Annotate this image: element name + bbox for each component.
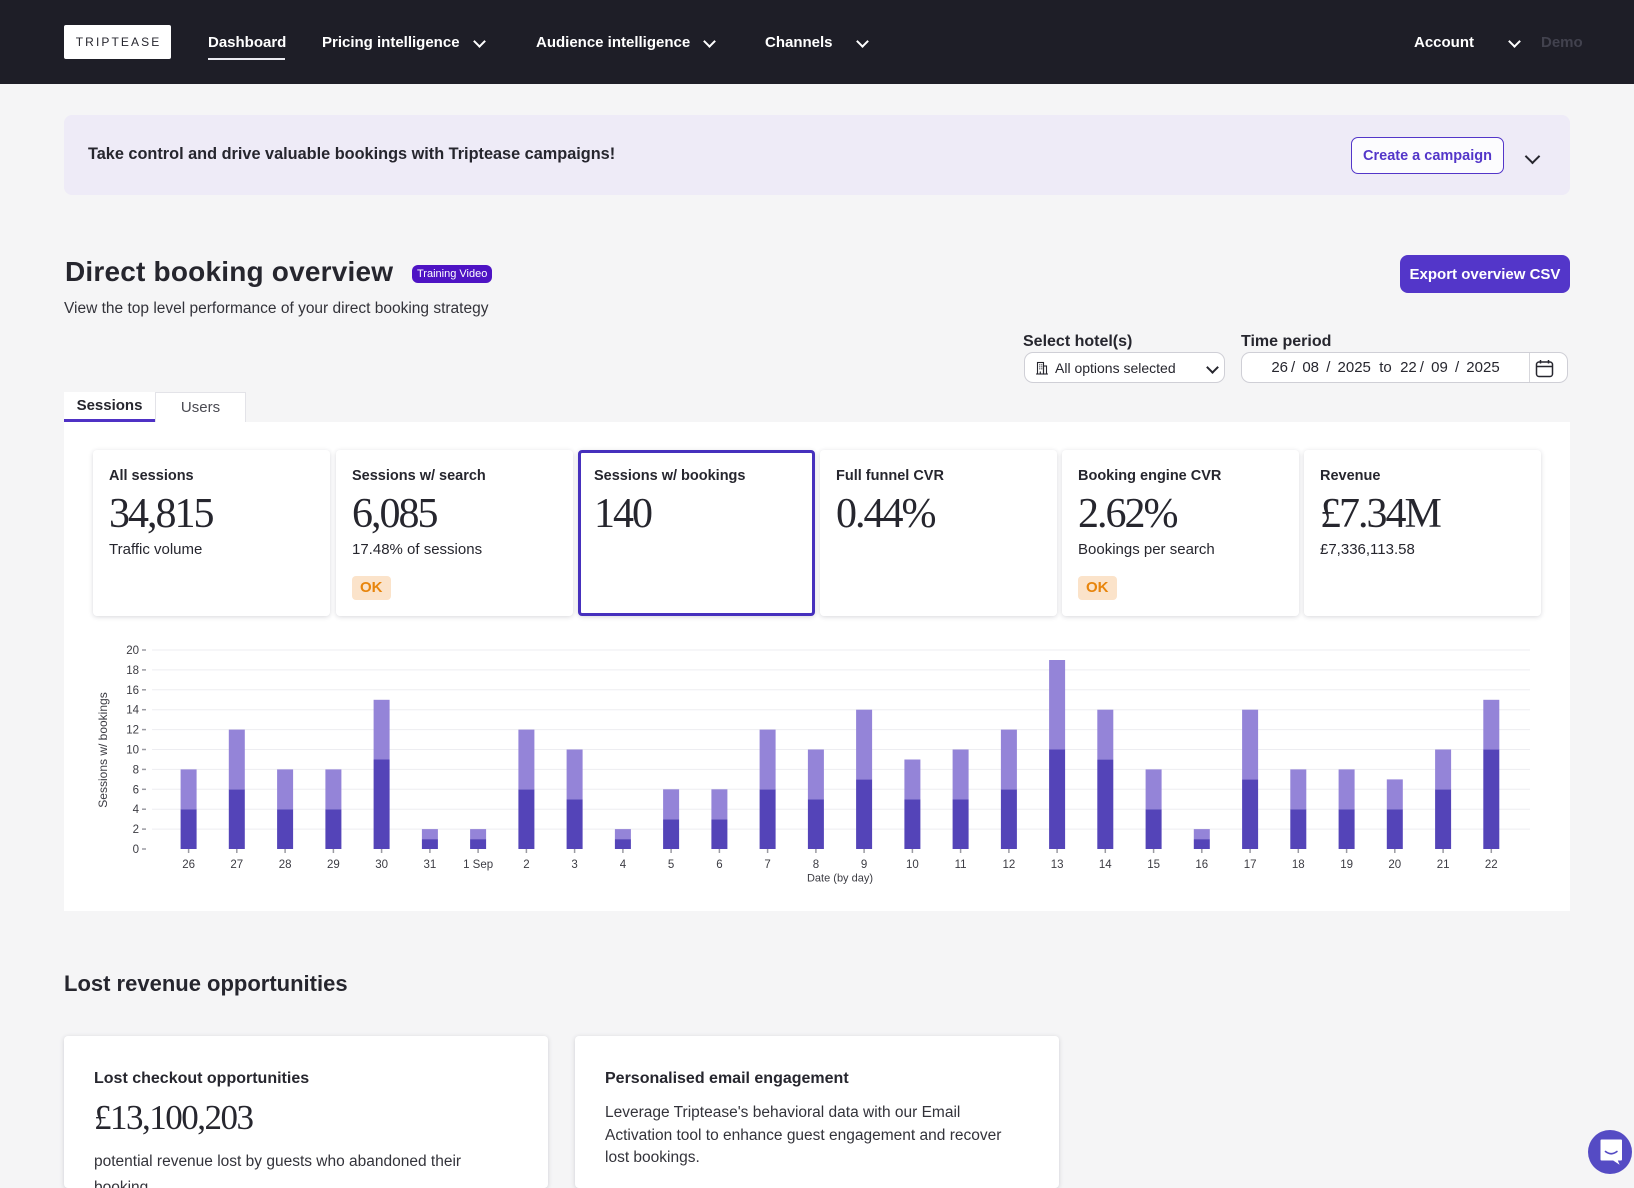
svg-text:4: 4 [133,804,140,816]
svg-text:29: 29 [327,859,340,871]
svg-text:Sessions w/ bookings: Sessions w/ bookings [96,692,110,807]
svg-text:6: 6 [133,784,139,796]
svg-text:15: 15 [1147,859,1160,871]
svg-text:8: 8 [133,764,139,776]
svg-text:10: 10 [906,859,919,871]
svg-text:0: 0 [133,844,139,856]
svg-text:2: 2 [133,824,139,836]
svg-text:12: 12 [1003,859,1016,871]
svg-text:10: 10 [126,745,139,757]
svg-text:31: 31 [424,859,437,871]
svg-text:4: 4 [620,859,627,871]
svg-text:18: 18 [126,665,139,677]
svg-text:28: 28 [279,859,292,871]
svg-text:30: 30 [375,859,388,871]
svg-text:6: 6 [716,859,722,871]
svg-text:7: 7 [764,859,770,871]
svg-text:Date (by day): Date (by day) [807,873,873,885]
svg-text:3: 3 [571,859,577,871]
svg-text:27: 27 [230,859,243,871]
svg-text:8: 8 [813,859,819,871]
svg-text:14: 14 [1099,859,1112,871]
svg-text:12: 12 [126,725,139,737]
svg-text:16: 16 [126,685,139,697]
svg-text:5: 5 [668,859,674,871]
svg-text:14: 14 [126,705,139,717]
svg-text:22: 22 [1485,859,1498,871]
svg-text:20: 20 [126,645,139,657]
svg-text:16: 16 [1195,859,1208,871]
svg-text:2: 2 [523,859,529,871]
svg-text:9: 9 [861,859,867,871]
svg-text:1 Sep: 1 Sep [463,859,493,871]
svg-text:17: 17 [1244,859,1257,871]
svg-text:18: 18 [1292,859,1305,871]
svg-text:13: 13 [1051,859,1064,871]
svg-text:21: 21 [1437,859,1450,871]
svg-text:19: 19 [1340,859,1353,871]
svg-text:26: 26 [182,859,195,871]
svg-text:20: 20 [1388,859,1401,871]
svg-text:11: 11 [955,859,967,871]
